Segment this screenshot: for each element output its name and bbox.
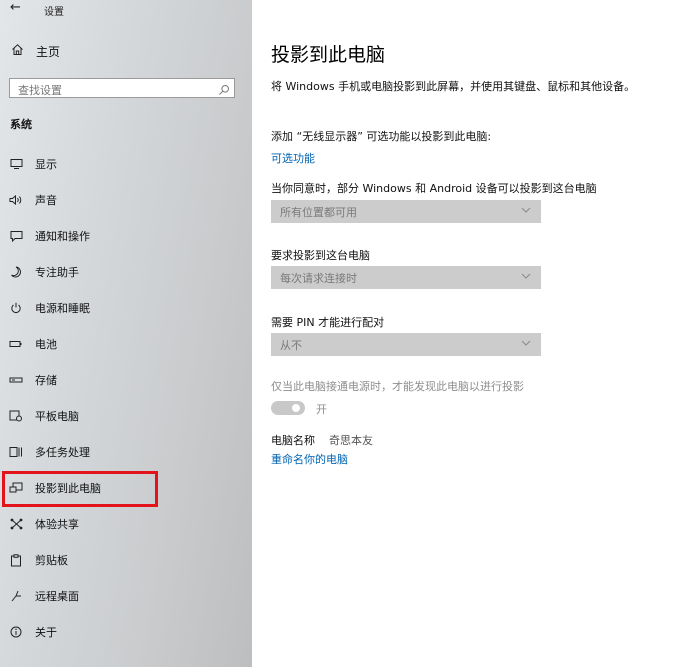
sidebar-item-label: 专注助手 — [35, 266, 79, 279]
sidebar-item-label: 电池 — [35, 338, 57, 351]
chevron-down-icon — [521, 271, 531, 281]
request-value: 每次请求连接时 — [280, 271, 357, 285]
sidebar-item-label: 投影到此电脑 — [35, 482, 101, 495]
clipboard-icon — [8, 552, 24, 568]
sidebar-item-shared-experiences[interactable]: 体验共享 — [0, 506, 252, 542]
power-only-label: 仅当此电脑接通电源时，才能发现此电脑以进行投影 — [271, 380, 524, 393]
sidebar-item-tablet[interactable]: 平板电脑 — [0, 398, 252, 434]
sidebar-item-focus-assist[interactable]: 专注助手 — [0, 254, 252, 290]
sidebar: ← 设置 主页 系统 显示 声音 通知和操作 专注助手 — [0, 0, 252, 667]
sidebar-item-battery[interactable]: 电池 — [0, 326, 252, 362]
sidebar-item-label: 多任务处理 — [35, 446, 90, 459]
window-title: 设置 — [44, 7, 64, 18]
page-title: 投影到此电脑 — [271, 44, 386, 66]
availability-label: 当你同意时，部分 Windows 和 Android 设备可以投影到这台电脑 — [271, 182, 597, 195]
sidebar-item-label: 关于 — [35, 626, 57, 639]
pc-name-value: 奇思本友 — [329, 434, 373, 447]
rename-pc-link[interactable]: 重命名你的电脑 — [271, 451, 348, 467]
sidebar-item-label: 体验共享 — [35, 518, 79, 531]
project-icon — [8, 480, 24, 496]
speaker-icon — [8, 192, 24, 208]
home-icon — [8, 43, 26, 60]
section-header-system: 系统 — [10, 118, 32, 131]
sidebar-item-sound[interactable]: 声音 — [0, 182, 252, 218]
back-arrow-icon[interactable]: ← — [10, 0, 21, 15]
sidebar-item-remote-desktop[interactable]: 远程桌面 — [0, 578, 252, 614]
pc-name-label: 电脑名称 — [271, 434, 315, 447]
sidebar-item-multitasking[interactable]: 多任务处理 — [0, 434, 252, 470]
power-only-toggle[interactable] — [271, 401, 305, 415]
sidebar-item-label: 存储 — [35, 374, 57, 387]
multitask-icon — [8, 444, 24, 460]
sidebar-item-label: 电源和睡眠 — [35, 302, 90, 315]
toggle-knob — [292, 404, 300, 412]
sidebar-item-label: 显示 — [35, 158, 57, 171]
chevron-down-icon — [521, 205, 531, 215]
intro-text: 将 Windows 手机或电脑投影到此屏幕，并使用其键盘、鼠标和其他设备。 — [271, 80, 636, 93]
toggle-state-label: 开 — [316, 403, 327, 416]
sidebar-item-about[interactable]: 关于 — [0, 614, 252, 650]
optional-features-link[interactable]: 可选功能 — [271, 150, 315, 166]
availability-dropdown[interactable]: 所有位置都可用 — [271, 200, 541, 223]
request-dropdown[interactable]: 每次请求连接时 — [271, 266, 541, 289]
title-bar: ← 设置 — [0, 0, 252, 20]
notification-icon — [8, 228, 24, 244]
sidebar-item-label: 声音 — [35, 194, 57, 207]
sidebar-item-label: 远程桌面 — [35, 590, 79, 603]
sidebar-item-label: 平板电脑 — [35, 410, 79, 423]
battery-icon — [8, 336, 24, 352]
home-nav-item[interactable]: 主页 — [8, 41, 60, 61]
sidebar-item-notifications[interactable]: 通知和操作 — [0, 218, 252, 254]
monitor-icon — [8, 156, 24, 172]
pc-name-row: 电脑名称 奇思本友 — [271, 432, 373, 448]
sidebar-item-storage[interactable]: 存储 — [0, 362, 252, 398]
chevron-down-icon — [521, 338, 531, 348]
share-icon — [8, 516, 24, 532]
system-nav-list: 显示 声音 通知和操作 专注助手 电源和睡眠 电池 存储 平板电脑 多任务处理 … — [0, 146, 252, 650]
sidebar-item-clipboard[interactable]: 剪贴板 — [0, 542, 252, 578]
sidebar-item-label: 剪贴板 — [35, 554, 68, 567]
request-label: 要求投影到这台电脑 — [271, 249, 370, 262]
sidebar-item-display[interactable]: 显示 — [0, 146, 252, 182]
pin-value: 从不 — [280, 338, 302, 352]
sidebar-item-power-sleep[interactable]: 电源和睡眠 — [0, 290, 252, 326]
pin-label: 需要 PIN 才能进行配对 — [271, 316, 385, 329]
availability-value: 所有位置都可用 — [280, 205, 357, 219]
add-display-text: 添加 “无线显示器” 可选功能以投影到此电脑: — [271, 130, 492, 143]
pin-dropdown[interactable]: 从不 — [271, 333, 541, 356]
sidebar-item-project-to-pc[interactable]: 投影到此电脑 — [0, 470, 252, 507]
tablet-icon — [8, 408, 24, 424]
search-icon[interactable] — [218, 81, 230, 95]
moon-icon — [8, 264, 24, 280]
storage-icon — [8, 372, 24, 388]
search-input[interactable] — [10, 81, 208, 100]
sidebar-item-label: 通知和操作 — [35, 230, 90, 243]
power-icon — [8, 300, 24, 316]
remote-desktop-icon — [8, 588, 24, 604]
info-icon — [8, 624, 24, 640]
home-label: 主页 — [36, 44, 61, 59]
settings-search-box[interactable] — [9, 78, 235, 100]
